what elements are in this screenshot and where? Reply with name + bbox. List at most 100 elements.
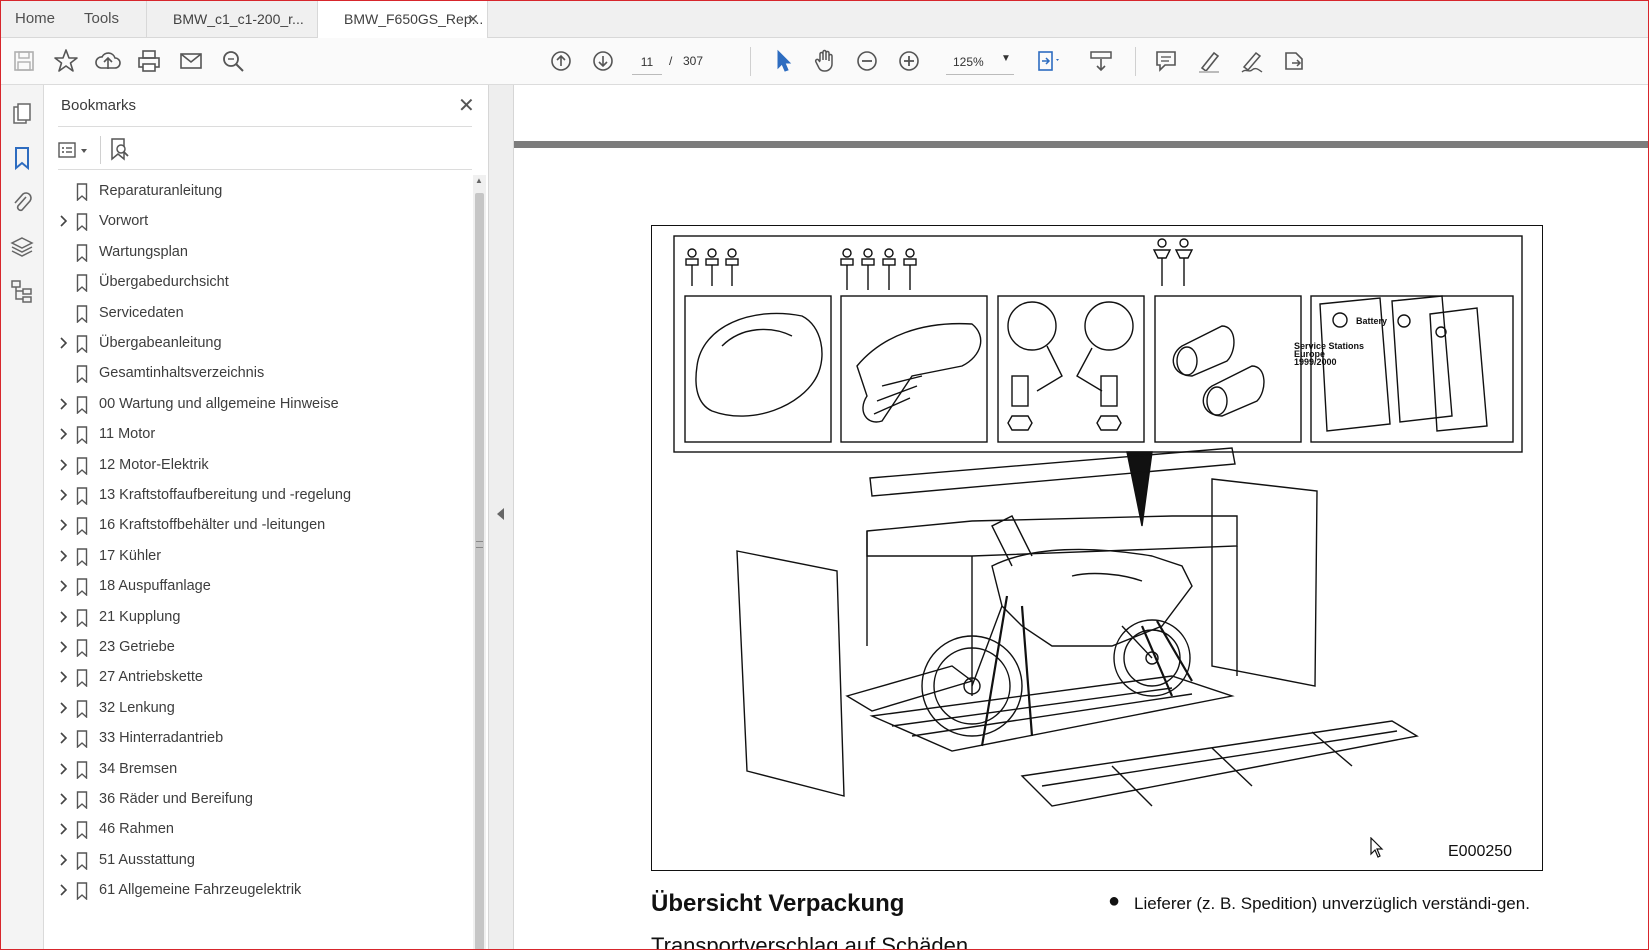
chevron-right-icon[interactable] xyxy=(57,853,71,867)
fit-page-icon[interactable] xyxy=(1034,47,1062,75)
tools-tab[interactable]: Tools xyxy=(84,0,119,38)
bookmark-item[interactable]: 51 Ausstattung xyxy=(44,846,464,876)
page-number-input[interactable]: 11 xyxy=(632,49,662,75)
print-icon[interactable] xyxy=(135,47,163,75)
bookmark-icon xyxy=(76,882,88,901)
chevron-right-icon[interactable] xyxy=(57,427,71,441)
zoom-select[interactable]: 125% ▼ xyxy=(946,49,1014,75)
scroll-mode-icon[interactable] xyxy=(1087,47,1115,75)
chevron-right-icon[interactable] xyxy=(57,579,71,593)
close-panel-icon[interactable]: ✕ xyxy=(458,93,475,118)
bookmark-item[interactable]: 18 Auspuffanlage xyxy=(44,572,464,602)
bookmark-item[interactable]: 12 Motor-Elektrik xyxy=(44,451,464,481)
packaging-drawing: Battery Service Stations Europe 1999/200… xyxy=(673,235,1523,807)
bookmark-item[interactable]: Wartungsplan xyxy=(44,238,464,268)
document-tab-1[interactable]: BMW_c1_c1-200_r... xyxy=(146,0,318,38)
bookmark-label: 18 Auspuffanlage xyxy=(99,578,211,595)
chevron-right-icon[interactable] xyxy=(57,488,71,502)
bookmark-icon xyxy=(76,700,88,718)
zoom-out-icon[interactable] xyxy=(853,47,881,75)
home-tab[interactable]: Home xyxy=(15,0,55,38)
bookmark-item[interactable]: 27 Antriebskette xyxy=(44,663,464,693)
bookmark-label: 16 Kraftstoffbehälter und -leitungen xyxy=(99,517,326,534)
chevron-right-icon[interactable] xyxy=(57,458,71,472)
chevron-right-icon[interactable] xyxy=(57,701,71,715)
bookmark-item[interactable]: Reparaturanleitung xyxy=(44,177,464,207)
pages-icon[interactable] xyxy=(9,101,35,127)
chevron-right-icon[interactable] xyxy=(57,883,71,897)
bookmark-item[interactable]: Servicedaten xyxy=(44,299,464,329)
collapse-panel-icon[interactable] xyxy=(497,508,504,520)
chevron-right-icon[interactable] xyxy=(57,670,71,684)
comment-icon[interactable] xyxy=(1152,47,1180,75)
bookmark-item[interactable]: Vorwort xyxy=(44,207,464,237)
scrollbar-thumb[interactable] xyxy=(475,193,484,950)
options-menu-icon[interactable] xyxy=(58,139,92,163)
bookmark-icon xyxy=(76,183,88,201)
page-separator-bar xyxy=(514,141,1649,148)
bookmark-label: Wartungsplan xyxy=(99,243,188,260)
chevron-right-icon[interactable] xyxy=(57,397,71,411)
find-bookmark-icon[interactable] xyxy=(108,137,132,163)
hand-pan-icon[interactable] xyxy=(811,47,839,75)
chevron-right-icon[interactable] xyxy=(57,822,71,836)
bookmark-label: 32 Lenkung xyxy=(99,699,175,716)
bookmark-item[interactable]: 34 Bremsen xyxy=(44,755,464,785)
close-tab-icon[interactable]: ✕ xyxy=(467,0,479,38)
bookmark-label: 61 Allgemeine Fahrzeugelektrik xyxy=(99,882,302,899)
save-icon[interactable] xyxy=(10,47,38,75)
share-icon[interactable] xyxy=(1280,47,1308,75)
bookmark-icon xyxy=(76,456,88,475)
bookmark-item[interactable]: 17 Kühler xyxy=(44,542,464,572)
bookmark-item[interactable]: 61 Allgemeine Fahrzeugelektrik xyxy=(44,876,464,906)
chevron-right-icon[interactable] xyxy=(57,731,71,745)
page-down-icon[interactable] xyxy=(589,47,617,75)
chevron-right-icon[interactable] xyxy=(57,214,71,228)
bookmark-item[interactable]: 36 Räder und Bereifung xyxy=(44,785,464,815)
document-view[interactable]: Battery Service Stations Europe 1999/200… xyxy=(514,85,1649,950)
panel-title: Bookmarks xyxy=(61,97,137,114)
chevron-right-icon[interactable] xyxy=(57,610,71,624)
highlight-pen-icon[interactable] xyxy=(1195,47,1223,75)
bookmark-label: Servicedaten xyxy=(99,304,184,321)
chevron-right-icon[interactable] xyxy=(57,762,71,776)
layers-icon[interactable] xyxy=(9,234,35,260)
bookmark-item[interactable]: 21 Kupplung xyxy=(44,603,464,633)
select-cursor-icon[interactable] xyxy=(769,47,797,75)
chevron-right-icon[interactable] xyxy=(57,518,71,532)
manual-years-text: 1999/2000 xyxy=(1294,357,1337,367)
document-tab-2[interactable]: BMW_F650GS_Rep... ✕ xyxy=(318,0,488,39)
bookmark-item[interactable]: Gesamtinhaltsverzeichnis xyxy=(44,359,464,389)
upload-cloud-icon[interactable] xyxy=(94,47,122,75)
bookmark-item[interactable]: 33 Hinterradantrieb xyxy=(44,724,464,754)
chevron-right-icon[interactable] xyxy=(57,640,71,654)
search-zoom-icon[interactable] xyxy=(219,47,247,75)
tab-bar: Home Tools BMW_c1_c1-200_r... BMW_F650GS… xyxy=(0,0,1649,39)
bookmark-item[interactable]: 46 Rahmen xyxy=(44,815,464,845)
bookmarks-icon[interactable] xyxy=(9,145,35,171)
bookmark-item[interactable]: 00 Wartung und allgemeine Hinweise xyxy=(44,390,464,420)
sign-icon[interactable] xyxy=(1238,47,1266,75)
divider xyxy=(58,169,472,170)
bookmark-item[interactable]: 16 Kraftstoffbehälter und -leitungen xyxy=(44,511,464,541)
mouse-cursor-icon xyxy=(1370,837,1384,858)
bookmark-item[interactable]: Übergabedurchsicht xyxy=(44,268,464,298)
bookmark-item[interactable]: 11 Motor xyxy=(44,420,464,450)
bookmark-item[interactable]: 13 Kraftstoffaufbereitung und -regelung xyxy=(44,481,464,511)
structure-icon[interactable] xyxy=(9,278,35,304)
panel-splitter[interactable] xyxy=(488,85,514,950)
divider xyxy=(58,126,472,127)
bookmark-item[interactable]: 32 Lenkung xyxy=(44,694,464,724)
chevron-right-icon[interactable] xyxy=(57,549,71,563)
bookmark-item[interactable]: 23 Getriebe xyxy=(44,633,464,663)
zoom-in-icon[interactable] xyxy=(895,47,923,75)
bookmark-item[interactable]: Übergabeanleitung xyxy=(44,329,464,359)
chevron-right-icon[interactable] xyxy=(57,336,71,350)
toolbar: 11 / 307 125% ▼ xyxy=(0,38,1649,85)
email-icon[interactable] xyxy=(177,47,205,75)
page-up-icon[interactable] xyxy=(547,47,575,75)
scroll-up-icon[interactable]: ▲ xyxy=(475,176,483,185)
chevron-right-icon[interactable] xyxy=(57,792,71,806)
bookmark-star-icon[interactable] xyxy=(52,47,80,75)
attachments-icon[interactable] xyxy=(9,189,35,215)
